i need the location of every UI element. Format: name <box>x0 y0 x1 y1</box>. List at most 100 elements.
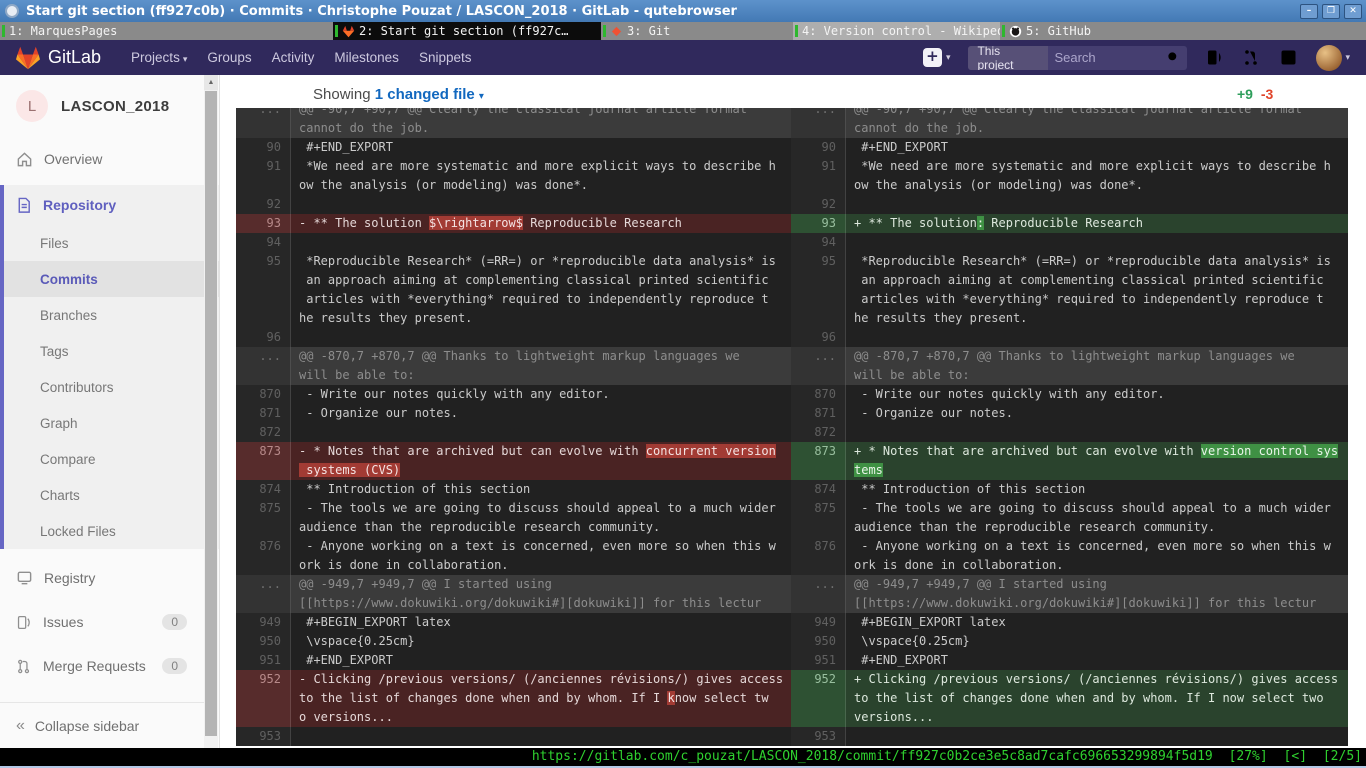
gitlab-logo[interactable]: GitLab <box>0 46 101 70</box>
new-dropdown-button[interactable]: + ▾ <box>923 48 951 67</box>
browser-tab[interactable]: 2: Start git section (ff927c… <box>333 22 601 40</box>
sidebar-item-tags[interactable]: Tags <box>4 333 219 369</box>
diff-line-number[interactable]: ... <box>791 575 846 613</box>
sidebar-item-compare[interactable]: Compare <box>4 441 219 477</box>
changed-files-dropdown[interactable]: 1 changed file <box>375 86 475 103</box>
diff-line-number[interactable]: 90 <box>236 138 291 157</box>
diff-line-number[interactable]: 91 <box>236 157 291 195</box>
sidebar-item-overview[interactable]: Overview <box>0 137 219 181</box>
commit-diff-page: Showing 1 changed file ▾ +9 -3 ...@@ -90… <box>220 75 1366 748</box>
diff-line-number[interactable]: 91 <box>791 157 846 195</box>
diff-line-number[interactable]: 96 <box>236 328 291 347</box>
diff-row: 870 - Write our notes quickly with any e… <box>236 385 791 404</box>
diff-row: 870 - Write our notes quickly with any e… <box>791 385 1348 404</box>
diff-line-number[interactable]: ... <box>791 108 846 138</box>
sidebar-item-registry[interactable]: Registry <box>0 556 219 600</box>
diff-line-number[interactable]: 95 <box>236 252 291 328</box>
sidebar-scrollbar[interactable]: ▲ <box>204 75 218 748</box>
diff-line-number[interactable]: 951 <box>791 651 846 670</box>
diff-line-content: #+BEGIN_EXPORT latex <box>291 613 791 632</box>
diff-line-number[interactable]: 94 <box>791 233 846 252</box>
diff-line-number[interactable]: 92 <box>791 195 846 214</box>
diff-line-number[interactable]: 949 <box>236 613 291 632</box>
diff-line-number[interactable]: 873 <box>791 442 846 480</box>
diff-line-number[interactable]: 93 <box>236 214 291 233</box>
diff-line-number[interactable]: 950 <box>791 632 846 651</box>
diff-line-number[interactable]: 949 <box>791 613 846 632</box>
diff-row: 90 #+END_EXPORT <box>236 138 791 157</box>
diff-line-content: @@ -90,7 +90,7 @@ Clearly the classical … <box>291 108 791 138</box>
diff-line-number[interactable]: 876 <box>791 537 846 575</box>
browser-tab[interactable]: 5: GitHub <box>1000 22 1366 40</box>
scrollbar-up-arrow[interactable]: ▲ <box>204 75 218 90</box>
diff-line-number[interactable]: 870 <box>236 385 291 404</box>
diff-line-number[interactable]: 871 <box>236 404 291 423</box>
diff-line-number[interactable]: ... <box>236 108 291 138</box>
user-menu[interactable]: ▾ <box>1316 45 1350 71</box>
sidebar-item-merge-requests[interactable]: Merge Requests 0 <box>0 644 219 688</box>
sidebar-item-files[interactable]: Files <box>4 225 219 261</box>
diff-line-number[interactable]: 875 <box>791 499 846 537</box>
diff-row: 94 <box>791 233 1348 252</box>
search-scope-chip[interactable]: This project <box>968 46 1048 70</box>
diff-line-number[interactable]: 952 <box>791 670 846 727</box>
diff-line-number[interactable]: 90 <box>791 138 846 157</box>
browser-tab[interactable]: 3: Git <box>601 22 793 40</box>
minimize-button[interactable]: – <box>1300 4 1318 19</box>
diff-line-number[interactable]: 874 <box>236 480 291 499</box>
sidebar-item-locked-files[interactable]: Locked Files <box>4 513 219 549</box>
todos-icon[interactable] <box>1279 48 1298 67</box>
sidebar-item-graph[interactable]: Graph <box>4 405 219 441</box>
diff-line-number[interactable]: 951 <box>236 651 291 670</box>
sidebar-item-branches[interactable]: Branches <box>4 297 219 333</box>
diff-line-number[interactable]: 952 <box>236 670 291 727</box>
diff-line-number[interactable]: 92 <box>236 195 291 214</box>
sidebar-item-charts[interactable]: Charts <box>4 477 219 513</box>
diff-line-number[interactable]: 872 <box>236 423 291 442</box>
diff-line-number[interactable]: 874 <box>791 480 846 499</box>
close-button[interactable]: ✕ <box>1344 4 1362 19</box>
nav-link-milestones[interactable]: Milestones <box>324 50 409 65</box>
diff-line-number[interactable]: 953 <box>791 727 846 746</box>
diff-row: 952- Clicking /previous versions/ (/anci… <box>236 670 791 727</box>
sidebar-item-contributors[interactable]: Contributors <box>4 369 219 405</box>
diff-row: ...@@ -870,7 +870,7 @@ Thanks to lightwe… <box>236 347 791 385</box>
document-icon <box>16 197 32 214</box>
project-header[interactable]: L LASCON_2018 <box>0 75 219 137</box>
collapse-sidebar-button[interactable]: « Collapse sidebar <box>0 702 205 748</box>
diff-line-number[interactable]: 93 <box>791 214 846 233</box>
nav-link-snippets[interactable]: Snippets <box>409 50 482 65</box>
search-input[interactable] <box>1048 50 1166 65</box>
diff-line-number[interactable]: 876 <box>236 537 291 575</box>
diff-line-number[interactable]: 875 <box>236 499 291 537</box>
nav-link-activity[interactable]: Activity <box>262 50 325 65</box>
diff-line-number[interactable]: ... <box>791 347 846 385</box>
diff-line-number[interactable]: 96 <box>791 328 846 347</box>
diff-line-number[interactable]: 870 <box>791 385 846 404</box>
diff-line-content: #+END_EXPORT <box>846 138 1348 157</box>
diff-line-content: \vspace{0.25cm} <box>291 632 791 651</box>
diff-line-number[interactable]: 953 <box>236 727 291 746</box>
diff-line-number[interactable]: 872 <box>791 423 846 442</box>
diff-line-number[interactable]: ... <box>236 575 291 613</box>
diff-line-number[interactable]: 950 <box>236 632 291 651</box>
diff-line-number[interactable]: 95 <box>791 252 846 328</box>
browser-tab[interactable]: 1: MarquesPages <box>0 22 333 40</box>
sidebar-item-repository[interactable]: Repository <box>4 185 219 225</box>
diff-line-number[interactable]: 871 <box>791 404 846 423</box>
merge-requests-icon[interactable] <box>1242 48 1261 67</box>
issues-icon[interactable] <box>1205 48 1224 67</box>
sidebar-item-label: Repository <box>43 197 116 213</box>
diff-line-number[interactable]: 873 <box>236 442 291 480</box>
diff-line-content: + * Notes that are archived but can evol… <box>846 442 1348 480</box>
diff-line-content: - Organize our notes. <box>846 404 1348 423</box>
diff-line-number[interactable]: 94 <box>236 233 291 252</box>
nav-link-projects[interactable]: Projects▾ <box>121 50 197 65</box>
scrollbar-thumb[interactable] <box>205 91 217 736</box>
maximize-button[interactable]: ❐ <box>1322 4 1340 19</box>
sidebar-item-issues[interactable]: Issues 0 <box>0 600 219 644</box>
diff-line-number[interactable]: ... <box>236 347 291 385</box>
sidebar-item-commits[interactable]: Commits <box>4 261 219 297</box>
browser-tab[interactable]: 4: Version control - Wikipedia <box>793 22 1000 40</box>
nav-link-groups[interactable]: Groups <box>197 50 261 65</box>
